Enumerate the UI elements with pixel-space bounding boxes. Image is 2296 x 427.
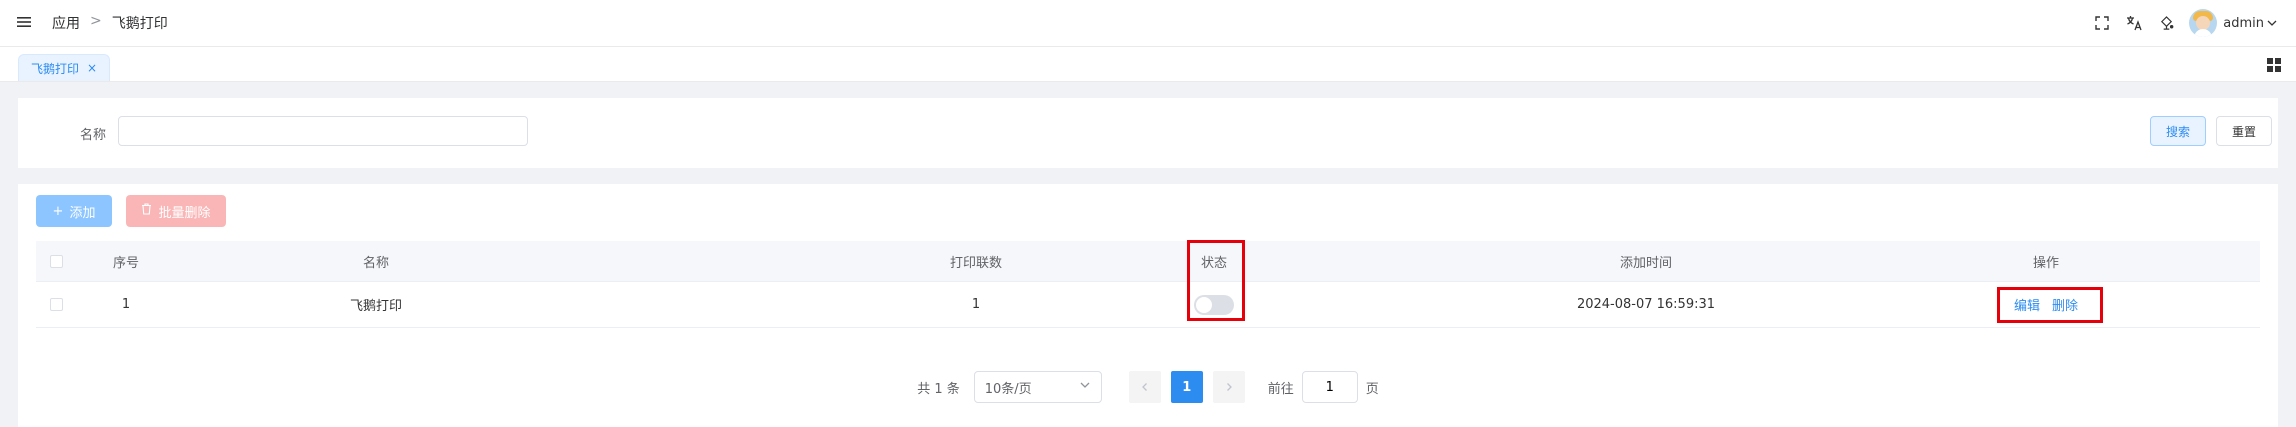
theme-icon[interactable] <box>2157 14 2175 32</box>
goto-prefix: 前往 <box>1267 381 1294 397</box>
header-copies: 打印联数 <box>949 255 1002 271</box>
search-form: 名称 搜索 重置 <box>18 98 2278 168</box>
avatar[interactable] <box>2189 9 2218 37</box>
grid-menu-icon[interactable] <box>2266 57 2282 73</box>
fullscreen-icon[interactable] <box>2093 14 2111 32</box>
breadcrumb-separator: > <box>90 13 102 29</box>
pagination: 共 1 条 10条/页 1 前往 页 <box>18 371 2278 403</box>
chevron-down-icon <box>1079 379 1091 395</box>
header-actions: 操作 <box>2032 255 2059 271</box>
header-name: 名称 <box>362 255 389 271</box>
row-added-time: 2024-08-07 16:59:31 <box>1576 297 1716 312</box>
name-label: 名称 <box>80 128 107 143</box>
pagination-total: 共 1 条 <box>917 381 960 397</box>
add-button[interactable]: + 添加 <box>36 195 112 227</box>
table-card: + 添加 批量删除 序号 名称 打印联数 状态 添加时间 操作 1 飞鹅打印 1… <box>18 184 2278 427</box>
breadcrumb-item-current: 飞鹅打印 <box>111 16 168 32</box>
header-added-time: 添加时间 <box>1619 255 1672 271</box>
translate-icon[interactable] <box>2125 14 2143 32</box>
row-copies: 1 <box>971 297 981 312</box>
username[interactable]: admin <box>2223 16 2264 31</box>
chevron-right-icon <box>1226 383 1232 391</box>
highlight-status-column <box>1187 240 1245 321</box>
batch-delete-label: 批量删除 <box>158 205 211 221</box>
tab-label: 飞鹅打印 <box>31 61 80 76</box>
row-index: 1 <box>121 297 131 312</box>
row-select[interactable] <box>36 282 76 327</box>
reset-button[interactable]: 重置 <box>2216 116 2272 146</box>
page-jumper: 前往 页 <box>1268 371 1379 403</box>
breadcrumb-item[interactable]: 应用 <box>52 13 80 33</box>
table-row: 1 飞鹅打印 1 2024-08-07 16:59:31 编辑 删除 <box>36 282 2260 328</box>
goto-suffix: 页 <box>1365 381 1379 397</box>
goto-page-input[interactable] <box>1301 371 1358 403</box>
name-input[interactable] <box>118 116 528 146</box>
table-header: 序号 名称 打印联数 状态 添加时间 操作 <box>36 241 2260 282</box>
plus-icon: + <box>52 203 64 219</box>
add-button-label: 添加 <box>69 205 96 221</box>
page-number-current[interactable]: 1 <box>1170 371 1203 403</box>
tags-view-bar: 飞鹅打印 × <box>0 47 2296 82</box>
close-icon[interactable]: × <box>87 61 97 75</box>
trash-icon <box>141 203 152 219</box>
row-checkbox[interactable] <box>49 298 63 311</box>
search-button[interactable]: 搜索 <box>2150 116 2206 146</box>
header-select-all[interactable] <box>36 241 76 281</box>
menu-toggle-icon[interactable] <box>16 14 32 30</box>
header-index: 序号 <box>112 255 139 271</box>
highlight-actions <box>1997 287 2103 323</box>
select-all-checkbox[interactable] <box>49 254 63 268</box>
batch-delete-button[interactable]: 批量删除 <box>126 195 226 227</box>
breadcrumb: 应用 > 飞鹅打印 <box>52 13 168 33</box>
top-navbar: 应用 > 飞鹅打印 admin <box>0 0 2296 47</box>
row-name: 飞鹅打印 <box>349 299 402 314</box>
chevron-down-icon[interactable] <box>2266 17 2278 29</box>
tab-feie-print[interactable]: 飞鹅打印 × <box>18 54 111 81</box>
next-page-button[interactable] <box>1212 371 1245 403</box>
page-size-value: 10条/页 <box>984 381 1032 397</box>
chevron-left-icon <box>1141 383 1147 391</box>
page-size-select[interactable]: 10条/页 <box>973 371 1102 403</box>
prev-page-button[interactable] <box>1128 371 1161 403</box>
